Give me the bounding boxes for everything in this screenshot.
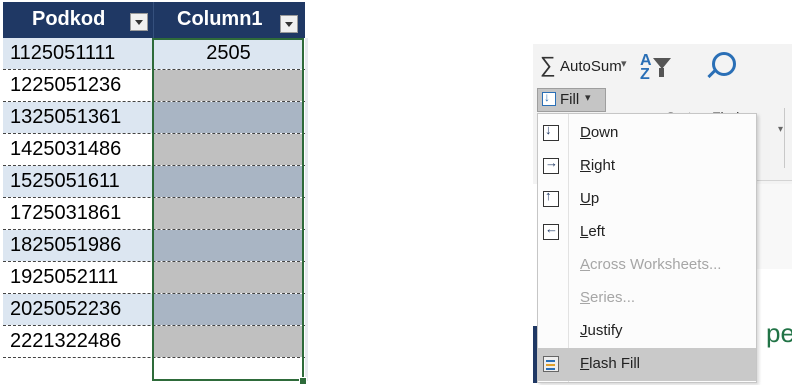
fill-right-icon: → [543, 155, 559, 174]
column1-cell[interactable] [154, 134, 303, 165]
autosum-button[interactable]: AutoSum [560, 58, 622, 75]
flash-fill-icon [543, 356, 561, 372]
sort-filter-icon[interactable]: AZ [640, 52, 671, 86]
fill-menu-item-flash-fill[interactable]: Flash Fill [538, 348, 756, 381]
spreadsheet-table: Podkod Column1 1125051111 2505 1225051236 1… [3, 2, 308, 385]
fill-button[interactable]: Fill ▾ [537, 88, 606, 112]
fill-menu-item-label: Down [580, 124, 619, 141]
fill-menu-item-series[interactable]: Series... [538, 282, 756, 315]
podkod-cell[interactable]: 1525051611 [3, 166, 153, 197]
fill-menu-item-label: Flash Fill [580, 355, 641, 372]
background-partial-text: pe [766, 318, 792, 348]
fill-menu-item-label: Across Worksheets... [580, 256, 722, 273]
fill-menu-item-label: Up [580, 190, 600, 207]
table-row: 1925052111 [3, 262, 305, 294]
fill-menu-item-label: Justify [580, 322, 623, 339]
podkod-cell[interactable]: 1125051111 [3, 38, 153, 69]
podkod-cell[interactable]: 1825051986 [3, 230, 153, 261]
table-row: 1525051611 [3, 166, 305, 198]
column1-cell[interactable] [154, 70, 303, 101]
fill-menu-item-label: Right [580, 157, 616, 174]
fill-menu-item-up[interactable]: ↑ Up [538, 183, 756, 216]
column1-cell[interactable] [154, 198, 303, 229]
podkod-cell[interactable]: 1725031861 [3, 198, 153, 229]
podkod-cell[interactable]: 1925052111 [3, 262, 153, 293]
fill-down-icon: ↓ [543, 122, 559, 141]
column1-filter-dropdown-icon[interactable] [280, 15, 298, 33]
podkod-cell[interactable]: 1425031486 [3, 134, 153, 165]
fill-down-arrow-icon [542, 90, 556, 106]
table-row: 1825051986 [3, 230, 305, 262]
table-row: 2025052236 [3, 294, 305, 326]
column1-cell[interactable] [154, 294, 303, 325]
table-row: 1725031861 [3, 198, 305, 230]
column1-cell[interactable] [154, 262, 303, 293]
table-row: 1325051361 [3, 102, 305, 134]
fill-left-icon: ← [543, 221, 559, 240]
column1-cell[interactable]: 2505 [154, 38, 303, 69]
ribbon-separator [784, 108, 785, 168]
fill-menu-item-down[interactable]: ↓ Down [538, 117, 756, 150]
find-select-caret-icon[interactable]: ▾ [778, 124, 783, 135]
table-header-row: Podkod Column1 [3, 2, 305, 38]
table-row: 1125051111 2505 [3, 38, 305, 70]
fill-menu-item-across-worksheets[interactable]: Across Worksheets... [538, 249, 756, 282]
fill-button-label: Fill [560, 91, 580, 108]
formula-area-background [757, 184, 792, 269]
fill-dropdown-menu: ↓ Down → Right ↑ Up ← Left Across Worksheets... S… [537, 113, 757, 383]
table-row: 2221322486 [3, 326, 305, 358]
find-select-magnifier-icon[interactable] [706, 50, 738, 86]
autosum-dropdown-caret-icon[interactable]: ▾ [621, 57, 627, 70]
column1-cell[interactable] [154, 166, 303, 197]
next-column-edge [305, 38, 308, 381]
column1-cell[interactable] [154, 102, 303, 133]
fill-menu-item-right[interactable]: → Right [538, 150, 756, 183]
fill-menu-item-label: Left [580, 223, 606, 240]
autosum-sigma-icon[interactable]: ∑ [540, 52, 556, 78]
fill-up-icon: ↑ [543, 188, 559, 207]
fill-menu-item-label: Series... [580, 289, 636, 306]
podkod-filter-dropdown-icon[interactable] [130, 13, 148, 31]
table-row: 1425031486 [3, 134, 305, 166]
fill-menu-item-left[interactable]: ← Left [538, 216, 756, 249]
podkod-cell[interactable]: 2221322486 [3, 326, 153, 357]
fill-menu-item-justify[interactable]: Justify [538, 315, 756, 348]
podkod-cell[interactable]: 1325051361 [3, 102, 153, 133]
podkod-cell[interactable]: 2025052236 [3, 294, 153, 325]
column1-cell[interactable] [154, 326, 303, 357]
column1-cell[interactable] [154, 230, 303, 261]
fill-handle[interactable] [299, 377, 307, 385]
table-row: 1225051236 [3, 70, 305, 102]
podkod-cell[interactable]: 1225051236 [3, 70, 153, 101]
fill-dropdown-caret-icon: ▾ [585, 92, 591, 104]
table-body: 1125051111 2505 1225051236 1325051361 142503… [3, 38, 305, 358]
ribbon-bottom-border [757, 180, 792, 181]
